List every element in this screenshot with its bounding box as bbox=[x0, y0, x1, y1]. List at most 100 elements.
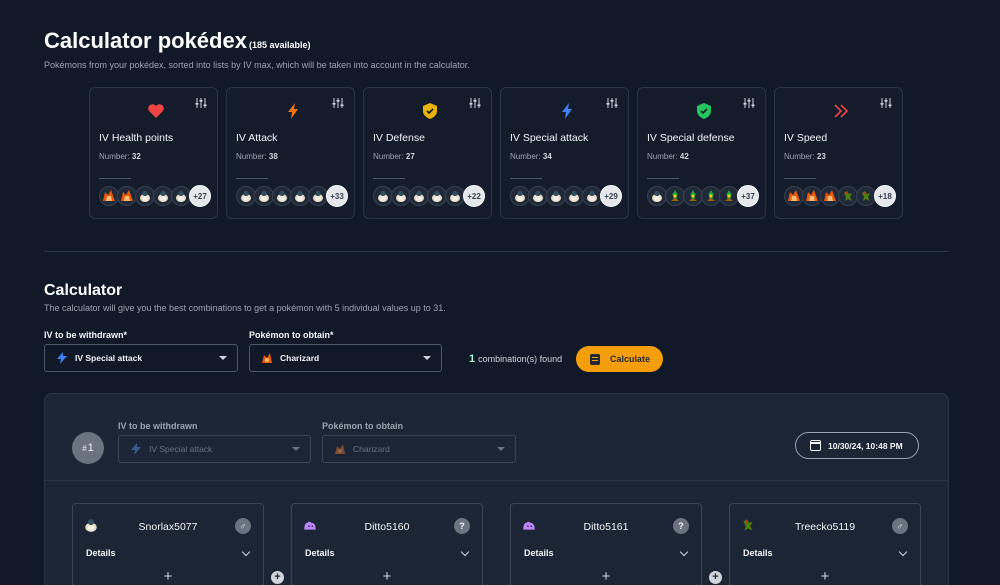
pokemon-avatar bbox=[510, 186, 530, 206]
iv-card[interactable]: IV Speed Number: 23 +18 bbox=[774, 87, 903, 219]
iv-card-divider bbox=[99, 178, 131, 179]
pokemon-avatar bbox=[99, 186, 119, 206]
pokemon-select-value: Charizard bbox=[280, 353, 320, 363]
details-toggle[interactable]: Details bbox=[524, 548, 554, 558]
shield-icon bbox=[695, 102, 713, 120]
more-count-badge[interactable]: +37 bbox=[737, 185, 759, 207]
pokemon-avatar bbox=[171, 186, 191, 206]
pokemon-avatar bbox=[719, 186, 739, 206]
chevron-down-icon[interactable] bbox=[898, 547, 908, 557]
pokemon-avatar bbox=[582, 186, 602, 206]
more-count-badge[interactable]: +27 bbox=[189, 185, 211, 207]
pokemon-avatar bbox=[838, 186, 858, 206]
details-toggle[interactable]: Details bbox=[305, 548, 335, 558]
pokemon-card: Treecko5119 ♂ Details + bbox=[729, 503, 921, 585]
more-count-badge[interactable]: +33 bbox=[326, 185, 348, 207]
filter-icon[interactable] bbox=[606, 96, 618, 108]
add-icon[interactable]: + bbox=[73, 568, 263, 585]
calculator-icon bbox=[590, 353, 600, 365]
iv-card-number: Number: 42 bbox=[647, 152, 689, 161]
iv-card-divider bbox=[510, 178, 542, 179]
filter-icon[interactable] bbox=[332, 96, 344, 108]
pokemon-avatar bbox=[701, 186, 721, 206]
pokemon-avatar bbox=[647, 186, 667, 206]
more-count-badge[interactable]: +18 bbox=[874, 185, 896, 207]
chevron-down-icon bbox=[292, 447, 300, 451]
iv-card-divider bbox=[373, 178, 405, 179]
date-button[interactable]: 10/30/24, 10:48 PM bbox=[795, 432, 919, 459]
iv-card-number: Number: 38 bbox=[236, 152, 278, 161]
pokemon-avatar bbox=[802, 186, 822, 206]
pokemon-avatar bbox=[665, 186, 685, 206]
calculator-subtitle: The calculator will give you the best co… bbox=[44, 303, 446, 313]
iv-card[interactable]: IV Special attack Number: 34 +29 bbox=[500, 87, 629, 219]
pokemon-card: Snorlax5077 ♂ Details + bbox=[72, 503, 264, 585]
calendar-icon bbox=[810, 440, 821, 451]
pokemon-avatar bbox=[391, 186, 411, 206]
available-count: (185 available) bbox=[248, 40, 311, 50]
avatar-group: +33 bbox=[236, 185, 348, 207]
section-divider bbox=[44, 251, 949, 252]
plus-circle-icon: + bbox=[271, 571, 284, 584]
iv-card-label: IV Speed bbox=[784, 132, 828, 144]
pokemon-avatar bbox=[153, 186, 173, 206]
pokemon-field-label: Pokémon to obtain* bbox=[249, 330, 334, 340]
more-count-badge[interactable]: +29 bbox=[600, 185, 622, 207]
chevron-down-icon[interactable] bbox=[460, 547, 470, 557]
filter-icon[interactable] bbox=[880, 96, 892, 108]
pokemon-avatar bbox=[546, 186, 566, 206]
pokemon-avatar bbox=[683, 186, 703, 206]
pokemon-avatar bbox=[856, 186, 876, 206]
iv-card[interactable]: IV Defense Number: 27 +22 bbox=[363, 87, 492, 219]
plus-circle-icon: + bbox=[709, 571, 722, 584]
iv-card-label: IV Special defense bbox=[647, 132, 735, 144]
result-iv-label: IV to be withdrawn bbox=[118, 421, 198, 431]
iv-card-divider bbox=[647, 178, 679, 179]
chevron-down-icon[interactable] bbox=[241, 547, 251, 557]
pokemon-avatar bbox=[409, 186, 429, 206]
add-icon[interactable]: + bbox=[730, 568, 920, 585]
avatar-group: +18 bbox=[784, 185, 896, 207]
pokemon-avatar bbox=[117, 186, 137, 206]
bolt-icon bbox=[284, 102, 302, 120]
iv-select[interactable]: IV Special attack bbox=[44, 344, 238, 372]
iv-card[interactable]: IV Health points Number: 32 +27 bbox=[89, 87, 218, 219]
add-icon[interactable]: + bbox=[292, 568, 482, 585]
iv-card-label: IV Special attack bbox=[510, 132, 589, 144]
iv-card-number: Number: 34 bbox=[510, 152, 552, 161]
details-toggle[interactable]: Details bbox=[743, 548, 773, 558]
iv-card[interactable]: IV Special defense Number: 42 +37 bbox=[637, 87, 766, 219]
combination-count: 1 combination(s) found bbox=[469, 353, 563, 365]
iv-card-number: Number: 27 bbox=[373, 152, 415, 161]
details-toggle[interactable]: Details bbox=[86, 548, 116, 558]
iv-card-divider bbox=[236, 178, 268, 179]
iv-select-value: IV Special attack bbox=[75, 353, 143, 363]
charizard-icon bbox=[260, 351, 274, 365]
charizard-icon bbox=[333, 442, 347, 456]
iv-card[interactable]: IV Attack Number: 38 +33 bbox=[226, 87, 355, 219]
result-pokemon-select: Charizard bbox=[322, 435, 516, 463]
filter-icon[interactable] bbox=[743, 96, 755, 108]
calculate-button[interactable]: Calculate bbox=[576, 346, 663, 372]
chevron-down-icon[interactable] bbox=[679, 547, 689, 557]
pokemon-avatar bbox=[135, 186, 155, 206]
filter-icon[interactable] bbox=[469, 96, 481, 108]
result-divider bbox=[45, 480, 948, 481]
calculator-title: Calculator bbox=[44, 282, 123, 299]
pokemon-avatar bbox=[564, 186, 584, 206]
filter-icon[interactable] bbox=[195, 96, 207, 108]
pokemon-avatar bbox=[445, 186, 465, 206]
add-icon[interactable]: + bbox=[511, 568, 701, 585]
result-pokemon-label: Pokémon to obtain bbox=[322, 421, 403, 431]
iv-card-number: Number: 32 bbox=[99, 152, 141, 161]
bolt-icon bbox=[55, 351, 69, 365]
pokemon-avatar bbox=[308, 186, 328, 206]
heart-icon bbox=[147, 102, 165, 120]
pokemon-avatar bbox=[373, 186, 393, 206]
pokemon-select[interactable]: Charizard bbox=[249, 344, 442, 372]
more-count-badge[interactable]: +22 bbox=[463, 185, 485, 207]
avatar-group: +22 bbox=[373, 185, 485, 207]
gender-badge: ? bbox=[673, 518, 689, 534]
gender-badge: ♂ bbox=[235, 518, 251, 534]
iv-card-label: IV Health points bbox=[99, 132, 174, 144]
